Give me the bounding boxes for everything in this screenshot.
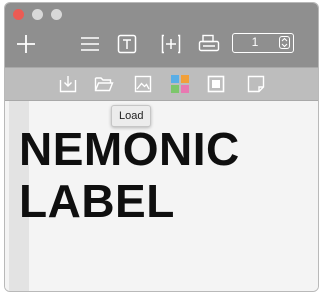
label-line-2: LABEL: [19, 175, 175, 227]
plus-icon: [17, 35, 35, 53]
download-button[interactable]: [57, 73, 79, 95]
page-icon: [247, 75, 265, 93]
stepper-icon: [281, 37, 288, 48]
load-button[interactable]: [93, 73, 115, 95]
main-toolbar: 1: [5, 3, 318, 67]
print-button[interactable]: [197, 33, 221, 55]
zoom-window-button[interactable]: [51, 9, 62, 20]
minimize-window-button[interactable]: [32, 9, 43, 20]
text-box-icon: [117, 34, 137, 54]
copies-stepper[interactable]: 1: [232, 33, 294, 53]
copies-value[interactable]: 1: [233, 34, 277, 51]
image-icon: [134, 75, 152, 93]
printer-icon: [198, 34, 220, 52]
insert-button[interactable]: [160, 33, 182, 55]
text-button[interactable]: [116, 33, 138, 55]
window-controls: [13, 9, 62, 20]
frame-button[interactable]: [205, 73, 227, 95]
app-window: 1 NEMONIC LABEL Load: [4, 2, 319, 292]
image-button[interactable]: [132, 73, 154, 95]
secondary-toolbar: [5, 67, 318, 101]
tooltip: Load: [111, 105, 152, 127]
page-button[interactable]: [245, 73, 267, 95]
download-icon: [59, 76, 77, 93]
frame-icon: [207, 75, 225, 93]
color-grid-button[interactable]: [169, 73, 191, 95]
folder-icon: [94, 77, 114, 92]
add-button[interactable]: [15, 33, 37, 55]
color-grid-icon: [171, 75, 189, 93]
label-text[interactable]: NEMONIC LABEL: [19, 123, 240, 227]
plus-box-icon: [161, 34, 181, 54]
close-window-button[interactable]: [13, 9, 24, 20]
menu-button[interactable]: [79, 34, 101, 54]
label-line-1: NEMONIC: [19, 123, 240, 175]
hamburger-icon: [81, 37, 99, 51]
stepper-arrows[interactable]: [279, 36, 290, 49]
